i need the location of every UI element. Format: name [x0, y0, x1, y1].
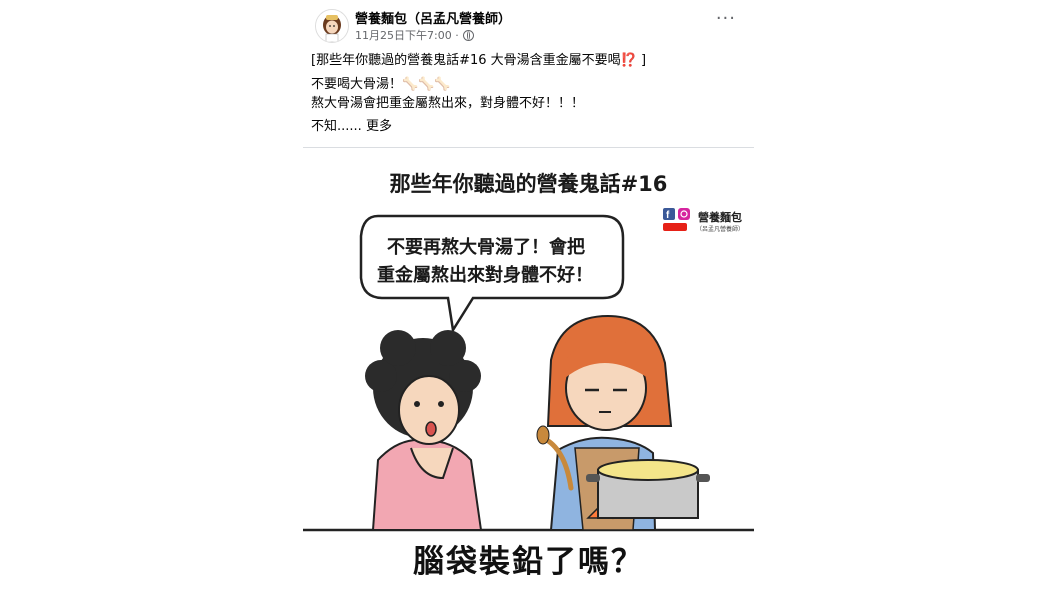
page-name[interactable]: 營養麵包（呂孟凡營養師） — [355, 8, 511, 27]
post-timestamp[interactable]: 11月25日下午7:00 · — [355, 27, 459, 43]
post-text-line: 不要喝大骨湯！🦴🦴🦴 — [311, 77, 451, 92]
brand-subtitle: （呂孟凡營養師） — [696, 226, 745, 233]
bubble-line-2: 重金屬熬出來對身體不好！ — [377, 265, 593, 286]
post-meta: 11月25日下午7:00 · — [355, 27, 474, 43]
post-text-line: [那些年你聽過的營養鬼話#16 大骨湯含重金屬不要喝⁉️ ] — [311, 53, 647, 68]
comic-illustration: f — [303, 208, 754, 532]
page-avatar[interactable] — [315, 9, 349, 43]
soup-pot — [586, 459, 710, 520]
post-text-truncated: 不知...... — [311, 119, 362, 134]
comic-image[interactable]: f 那些年你聽過的營養鬼話#16 不要再熬大骨湯了！會把 重金屬熬出來對身體不好… — [303, 148, 754, 596]
see-more-link[interactable]: 更多 — [366, 119, 392, 134]
comic-caption: 腦袋裝鉛了嗎？ — [413, 544, 644, 580]
globe-icon[interactable] — [462, 29, 474, 41]
facebook-post: 營養麵包（呂孟凡營養師） 11月25日下午7:00 · ··· [那些年你聽過的… — [303, 0, 754, 596]
brand-name: 營養麵包 — [698, 211, 742, 224]
post-text-line: 熬大骨湯會把重金屬熬出來，對身體不好！！！ — [311, 96, 585, 111]
mom-character — [365, 330, 483, 531]
bubble-line-1: 不要再熬大骨湯了！會把 — [387, 237, 585, 258]
comic-title: 那些年你聽過的營養鬼話#16 — [389, 172, 668, 196]
post-text-line: 不知...... 更多 — [311, 118, 392, 136]
brand-logos: f — [663, 208, 690, 231]
more-options-button[interactable]: ··· — [716, 10, 736, 28]
